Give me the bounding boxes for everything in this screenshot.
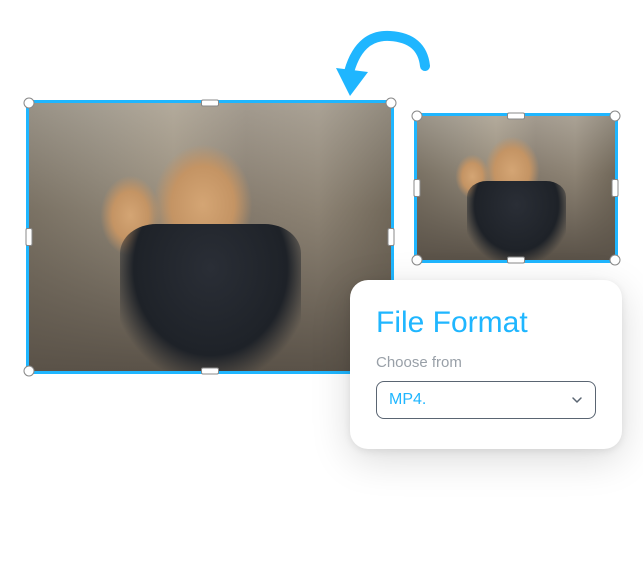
resize-handle-n[interactable] [507, 113, 525, 120]
resize-handle-nw[interactable] [24, 98, 35, 109]
panel-title: File Format [376, 306, 596, 340]
resize-handle-n[interactable] [201, 100, 219, 107]
resize-handle-sw[interactable] [412, 255, 423, 266]
resize-handle-e[interactable] [612, 179, 619, 197]
resize-handle-ne[interactable] [610, 111, 621, 122]
target-media-thumbnail [29, 103, 391, 371]
file-format-panel: File Format Choose from MP4. [350, 280, 622, 449]
resize-handle-ne[interactable] [386, 98, 397, 109]
format-select[interactable]: MP4. [376, 381, 596, 419]
resize-handle-nw[interactable] [412, 111, 423, 122]
chevron-down-icon [571, 394, 583, 406]
panel-label: Choose from [376, 354, 596, 371]
resize-handle-s[interactable] [507, 257, 525, 264]
resize-handle-se[interactable] [610, 255, 621, 266]
resize-handle-w[interactable] [26, 228, 33, 246]
source-media-frame[interactable] [414, 113, 618, 263]
format-select-value: MP4. [389, 391, 426, 409]
source-media-thumbnail [417, 116, 615, 260]
resize-handle-w[interactable] [414, 179, 421, 197]
resize-handle-e[interactable] [388, 228, 395, 246]
resize-handle-s[interactable] [201, 368, 219, 375]
target-media-frame[interactable] [26, 100, 394, 374]
resize-handle-sw[interactable] [24, 366, 35, 377]
